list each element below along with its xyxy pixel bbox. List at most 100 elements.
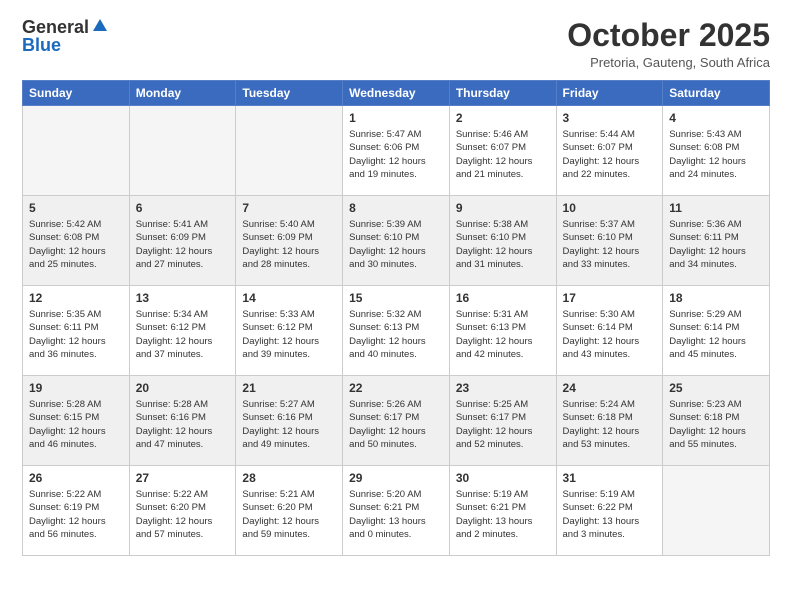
calendar-title: October 2025 xyxy=(567,18,770,53)
day-info: Sunrise: 5:33 AM Sunset: 6:12 PM Dayligh… xyxy=(242,308,336,361)
day-number: 28 xyxy=(242,471,336,485)
day-info: Sunrise: 5:29 AM Sunset: 6:14 PM Dayligh… xyxy=(669,308,763,361)
calendar-cell: 5 Sunrise: 5:42 AM Sunset: 6:08 PM Daylig… xyxy=(23,196,130,286)
day-number: 1 xyxy=(349,111,443,125)
day-info: Sunrise: 5:44 AM Sunset: 6:07 PM Dayligh… xyxy=(563,128,657,181)
day-number: 16 xyxy=(456,291,550,305)
day-number: 4 xyxy=(669,111,763,125)
day-number: 18 xyxy=(669,291,763,305)
day-info: Sunrise: 5:39 AM Sunset: 6:10 PM Dayligh… xyxy=(349,218,443,271)
calendar-cell: 23Sunrise: 5:25 AM Sunset: 6:17 PM Dayli… xyxy=(449,376,556,466)
day-info: Sunrise: 5:27 AM Sunset: 6:16 PM Dayligh… xyxy=(242,398,336,451)
calendar-cell xyxy=(236,106,343,196)
day-info: Sunrise: 5:19 AM Sunset: 6:22 PM Dayligh… xyxy=(563,488,657,541)
day-number: 22 xyxy=(349,381,443,395)
day-number: 11 xyxy=(669,201,763,215)
day-number: 25 xyxy=(669,381,763,395)
day-number: 14 xyxy=(242,291,336,305)
calendar-cell: 8 Sunrise: 5:39 AM Sunset: 6:10 PM Daylig… xyxy=(343,196,450,286)
weekday-header-row: SundayMondayTuesdayWednesdayThursdayFrid… xyxy=(23,81,770,106)
day-number: 29 xyxy=(349,471,443,485)
calendar-cell xyxy=(129,106,236,196)
weekday-header-friday: Friday xyxy=(556,81,663,106)
day-info: Sunrise: 5:35 AM Sunset: 6:11 PM Dayligh… xyxy=(29,308,123,361)
day-info: Sunrise: 5:40 AM Sunset: 6:09 PM Dayligh… xyxy=(242,218,336,271)
day-info: Sunrise: 5:31 AM Sunset: 6:13 PM Dayligh… xyxy=(456,308,550,361)
day-number: 24 xyxy=(563,381,657,395)
day-info: Sunrise: 5:28 AM Sunset: 6:16 PM Dayligh… xyxy=(136,398,230,451)
logo-blue: Blue xyxy=(22,36,61,54)
day-info: Sunrise: 5:41 AM Sunset: 6:09 PM Dayligh… xyxy=(136,218,230,271)
logo-icon xyxy=(91,17,109,35)
calendar-cell: 7 Sunrise: 5:40 AM Sunset: 6:09 PM Daylig… xyxy=(236,196,343,286)
day-info: Sunrise: 5:42 AM Sunset: 6:08 PM Dayligh… xyxy=(29,218,123,271)
day-number: 9 xyxy=(456,201,550,215)
calendar-week-4: 26Sunrise: 5:22 AM Sunset: 6:19 PM Dayli… xyxy=(23,466,770,556)
calendar-cell: 28 Sunrise: 5:21 AM Sunset: 6:20 PM Dayli… xyxy=(236,466,343,556)
day-number: 7 xyxy=(242,201,336,215)
calendar-week-3: 19 Sunrise: 5:28 AM Sunset: 6:15 PM Dayli… xyxy=(23,376,770,466)
calendar-cell: 16 Sunrise: 5:31 AM Sunset: 6:13 PM Dayli… xyxy=(449,286,556,376)
day-info: Sunrise: 5:47 AM Sunset: 6:06 PM Dayligh… xyxy=(349,128,443,181)
day-info: Sunrise: 5:21 AM Sunset: 6:20 PM Dayligh… xyxy=(242,488,336,541)
calendar-page: General Blue October 2025 Pretoria, Gaut… xyxy=(0,0,792,612)
day-info: Sunrise: 5:32 AM Sunset: 6:13 PM Dayligh… xyxy=(349,308,443,361)
calendar-cell: 3 Sunrise: 5:44 AM Sunset: 6:07 PM Daylig… xyxy=(556,106,663,196)
calendar-cell: 6 Sunrise: 5:41 AM Sunset: 6:09 PM Daylig… xyxy=(129,196,236,286)
day-number: 8 xyxy=(349,201,443,215)
calendar-cell: 19 Sunrise: 5:28 AM Sunset: 6:15 PM Dayli… xyxy=(23,376,130,466)
calendar-cell: 29Sunrise: 5:20 AM Sunset: 6:21 PM Dayli… xyxy=(343,466,450,556)
day-number: 5 xyxy=(29,201,123,215)
day-info: Sunrise: 5:37 AM Sunset: 6:10 PM Dayligh… xyxy=(563,218,657,271)
calendar-week-1: 5 Sunrise: 5:42 AM Sunset: 6:08 PM Daylig… xyxy=(23,196,770,286)
day-info: Sunrise: 5:28 AM Sunset: 6:15 PM Dayligh… xyxy=(29,398,123,451)
day-info: Sunrise: 5:22 AM Sunset: 6:20 PM Dayligh… xyxy=(136,488,230,541)
day-info: Sunrise: 5:22 AM Sunset: 6:19 PM Dayligh… xyxy=(29,488,123,541)
day-info: Sunrise: 5:26 AM Sunset: 6:17 PM Dayligh… xyxy=(349,398,443,451)
day-number: 13 xyxy=(136,291,230,305)
day-number: 31 xyxy=(563,471,657,485)
calendar-table: SundayMondayTuesdayWednesdayThursdayFrid… xyxy=(22,80,770,556)
calendar-cell: 14 Sunrise: 5:33 AM Sunset: 6:12 PM Dayli… xyxy=(236,286,343,376)
day-number: 27 xyxy=(136,471,230,485)
calendar-cell: 9 Sunrise: 5:38 AM Sunset: 6:10 PM Daylig… xyxy=(449,196,556,286)
weekday-header-wednesday: Wednesday xyxy=(343,81,450,106)
calendar-cell: 17 Sunrise: 5:30 AM Sunset: 6:14 PM Dayli… xyxy=(556,286,663,376)
calendar-subtitle: Pretoria, Gauteng, South Africa xyxy=(567,55,770,70)
calendar-cell: 21 Sunrise: 5:27 AM Sunset: 6:16 PM Dayli… xyxy=(236,376,343,466)
day-number: 19 xyxy=(29,381,123,395)
calendar-cell: 25Sunrise: 5:23 AM Sunset: 6:18 PM Dayli… xyxy=(663,376,770,466)
calendar-cell: 12 Sunrise: 5:35 AM Sunset: 6:11 PM Dayli… xyxy=(23,286,130,376)
calendar-cell: 26Sunrise: 5:22 AM Sunset: 6:19 PM Dayli… xyxy=(23,466,130,556)
day-info: Sunrise: 5:46 AM Sunset: 6:07 PM Dayligh… xyxy=(456,128,550,181)
day-info: Sunrise: 5:38 AM Sunset: 6:10 PM Dayligh… xyxy=(456,218,550,271)
calendar-cell: 15 Sunrise: 5:32 AM Sunset: 6:13 PM Dayli… xyxy=(343,286,450,376)
calendar-cell: 24Sunrise: 5:24 AM Sunset: 6:18 PM Dayli… xyxy=(556,376,663,466)
day-number: 20 xyxy=(136,381,230,395)
logo-general: General xyxy=(22,18,89,36)
weekday-header-saturday: Saturday xyxy=(663,81,770,106)
day-number: 2 xyxy=(456,111,550,125)
day-number: 10 xyxy=(563,201,657,215)
calendar-cell xyxy=(663,466,770,556)
day-number: 30 xyxy=(456,471,550,485)
day-info: Sunrise: 5:30 AM Sunset: 6:14 PM Dayligh… xyxy=(563,308,657,361)
calendar-cell: 2 Sunrise: 5:46 AM Sunset: 6:07 PM Daylig… xyxy=(449,106,556,196)
calendar-cell: 18 Sunrise: 5:29 AM Sunset: 6:14 PM Dayli… xyxy=(663,286,770,376)
calendar-week-0: 1 Sunrise: 5:47 AM Sunset: 6:06 PM Daylig… xyxy=(23,106,770,196)
day-info: Sunrise: 5:36 AM Sunset: 6:11 PM Dayligh… xyxy=(669,218,763,271)
calendar-cell: 1 Sunrise: 5:47 AM Sunset: 6:06 PM Daylig… xyxy=(343,106,450,196)
day-number: 3 xyxy=(563,111,657,125)
day-number: 15 xyxy=(349,291,443,305)
calendar-cell: 31 Sunrise: 5:19 AM Sunset: 6:22 PM Dayli… xyxy=(556,466,663,556)
calendar-week-2: 12 Sunrise: 5:35 AM Sunset: 6:11 PM Dayli… xyxy=(23,286,770,376)
day-number: 23 xyxy=(456,381,550,395)
day-number: 6 xyxy=(136,201,230,215)
day-number: 21 xyxy=(242,381,336,395)
day-number: 12 xyxy=(29,291,123,305)
day-number: 17 xyxy=(563,291,657,305)
calendar-cell: 20 Sunrise: 5:28 AM Sunset: 6:16 PM Dayli… xyxy=(129,376,236,466)
calendar-cell: 10 Sunrise: 5:37 AM Sunset: 6:10 PM Dayli… xyxy=(556,196,663,286)
logo: General Blue xyxy=(22,18,109,54)
calendar-cell: 11 Sunrise: 5:36 AM Sunset: 6:11 PM Dayli… xyxy=(663,196,770,286)
